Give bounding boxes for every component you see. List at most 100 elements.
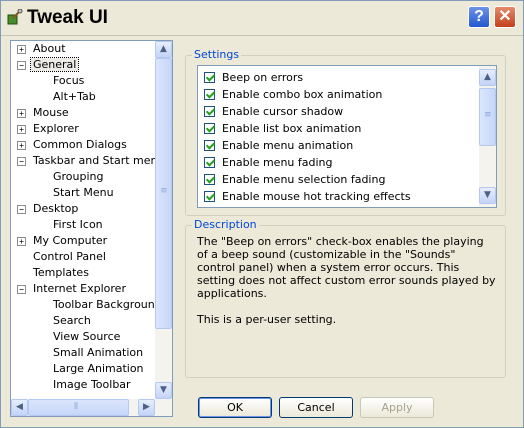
tree-item-label: Taskbar and Start menu [33,154,155,167]
expand-plus-icon[interactable]: + [17,109,26,118]
tree-item[interactable]: First Icon [51,217,105,233]
tree-item-label: First Icon [53,218,103,231]
tree-item[interactable]: Small Animation [51,345,145,361]
tree-item-label: My Computer [33,234,108,247]
expand-plus-icon[interactable]: + [17,237,26,246]
tree-item[interactable]: + About [17,41,68,57]
tree-item[interactable]: + Mouse [17,105,71,121]
tree-item-label: Large Animation [53,362,144,375]
settings-scroll-thumb[interactable]: ≡ [479,88,496,146]
help-icon: ? [474,8,484,25]
checkbox-checked-icon[interactable] [204,140,215,151]
tree-item[interactable]: − Internet Explorer [17,281,128,297]
tree-item[interactable]: Alt+Tab [51,89,98,105]
checkbox-checked-icon[interactable] [204,123,215,134]
close-button[interactable]: ✕ [494,6,516,28]
expand-plus-icon[interactable]: + [17,45,26,54]
setting-label: Enable cursor shadow [222,105,344,118]
tweak-ui-window: Tweak UI ? ✕ + About − General Focus Alt+Tab +… [0,0,524,428]
setting-label: Enable menu animation [222,139,354,152]
tree-item-label: Control Panel [33,250,106,263]
tree-item[interactable]: View Source [51,329,122,345]
tree-item[interactable]: Templates [31,265,91,281]
collapse-minus-icon[interactable]: − [17,285,26,294]
scroll-up-arrow-icon[interactable]: ▲ [479,69,496,86]
tree-item-label: Desktop [33,202,79,215]
scroll-right-arrow-icon[interactable]: ▶ [138,399,155,416]
checkbox-checked-icon[interactable] [204,191,215,202]
tree-list: + About − General Focus Alt+Tab + Mouse + Explore… [11,41,155,399]
close-icon: ✕ [498,8,512,25]
scroll-left-arrow-icon[interactable]: ◀ [11,399,28,416]
tree-vertical-scrollbar[interactable]: ▲ ≡ ▼ [155,41,172,399]
grip-icon: ⦀ [74,402,78,412]
tree-item-label: Small Animation [53,346,144,359]
tree-item-label: About [33,42,66,55]
scroll-down-arrow-icon[interactable]: ▼ [155,382,172,399]
help-button[interactable]: ? [468,6,490,28]
ok-button[interactable]: OK [198,397,272,418]
tree-item[interactable]: − Desktop [17,201,80,217]
scroll-down-arrow-icon[interactable]: ▼ [479,187,496,204]
tree-item-label: Alt+Tab [53,90,96,103]
tree-item-label: Templates [33,266,89,279]
description-group-title: Description [192,218,259,231]
tree-item-label: Common Dialogs [33,138,127,151]
tree-item[interactable]: Grouping [51,169,106,185]
tree-item[interactable]: − Taskbar and Start menu [17,153,155,169]
checkbox-checked-icon[interactable] [204,174,215,185]
window-title: Tweak UI [27,7,108,28]
tree-item[interactable]: Start Menu [51,185,116,201]
collapse-minus-icon[interactable]: − [17,61,26,70]
tree-item-label: Internet Explorer [33,282,126,295]
grip-icon: ≡ [484,110,492,120]
cancel-button[interactable]: Cancel [279,397,353,418]
settings-list[interactable]: Beep on errors Enable combo box animation… [197,65,497,208]
checkbox-checked-icon[interactable] [204,157,215,168]
tree-scroll-thumb[interactable]: ≡ [155,58,172,329]
description-note: This is a per-user setting. [197,313,337,326]
tree-item-label: Mouse [33,106,69,119]
category-tree[interactable]: + About − General Focus Alt+Tab + Mouse + Explore… [10,40,173,417]
expand-plus-icon[interactable]: + [17,125,26,134]
tree-item[interactable]: − General [17,57,80,73]
apply-button[interactable]: Apply [360,397,434,418]
checkbox-checked-icon[interactable] [204,89,215,100]
title-bar[interactable]: Tweak UI ? ✕ [1,1,523,36]
checkbox-checked-icon[interactable] [204,72,215,83]
tree-item-label: Start Menu [53,186,114,199]
tree-item-label: Toolbar Background [53,298,155,311]
tree-item[interactable]: Focus [51,73,86,89]
setting-label: Enable mouse hot tracking effects [222,190,411,203]
setting-label: Enable menu fading [222,156,333,169]
tree-horizontal-scrollbar[interactable]: ◀ ⦀ ▶ [11,399,172,416]
expand-plus-icon[interactable]: + [17,141,26,150]
tree-item[interactable]: Image Toolbar [51,377,133,393]
tree-hscroll-thumb[interactable]: ⦀ [28,399,129,416]
tree-item-label: Grouping [53,170,104,183]
collapse-minus-icon[interactable]: − [17,205,26,214]
collapse-minus-icon[interactable]: − [17,157,26,166]
tree-item[interactable]: Large Animation [51,361,146,377]
tree-item-label: Explorer [33,122,79,135]
checkbox-checked-icon[interactable] [204,106,215,117]
settings-group-title: Settings [192,48,242,61]
tree-item[interactable]: + My Computer [17,233,109,249]
tree-item[interactable]: Search [51,313,93,329]
setting-label: Beep on errors [222,71,304,84]
settings-scrollbar[interactable]: ▲ ≡ ▼ [479,66,496,207]
tree-item-label: View Source [53,330,121,343]
tree-item-label: General [29,57,80,72]
setting-label: Enable combo box animation [222,88,383,101]
description-paragraph: The "Beep on errors" check-box enables t… [197,235,496,300]
tree-item[interactable]: Toolbar Background [51,297,155,313]
tree-item[interactable]: Control Panel [31,249,108,265]
tree-item-label: Search [53,314,91,327]
tree-item[interactable]: + Common Dialogs [17,137,129,153]
description-text: The "Beep on errors" check-box enables t… [197,235,497,339]
tree-item[interactable]: + Explorer [17,121,81,137]
tree-item-label: Focus [53,74,85,87]
tree-item-label: Image Toolbar [53,378,131,391]
scroll-up-arrow-icon[interactable]: ▲ [155,41,172,58]
setting-label: Enable menu selection fading [222,173,386,186]
